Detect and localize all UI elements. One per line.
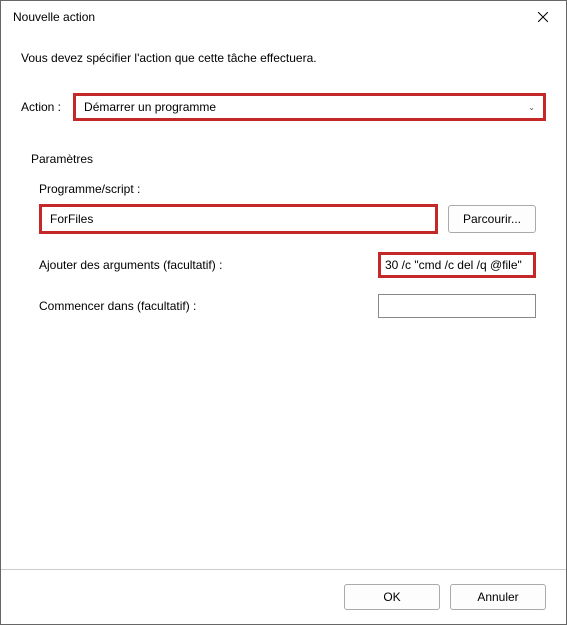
program-row: Parcourir... (39, 204, 536, 234)
close-button[interactable] (520, 1, 566, 33)
program-input[interactable] (39, 204, 438, 234)
chevron-down-icon: ⌄ (528, 103, 535, 112)
startin-label: Commencer dans (facultatif) : (39, 299, 196, 313)
close-icon (538, 12, 548, 22)
window-title: Nouvelle action (13, 10, 95, 24)
action-row: Action : Démarrer un programme ⌄ (21, 93, 546, 121)
parameters-fieldset: Paramètres Programme/script : Parcourir.… (21, 139, 546, 569)
ok-button[interactable]: OK (344, 584, 440, 610)
dialog-window: Nouvelle action Vous devez spécifier l'a… (0, 0, 567, 625)
arguments-input[interactable] (378, 252, 536, 278)
dialog-footer: OK Annuler (1, 569, 566, 624)
arguments-row: Ajouter des arguments (facultatif) : (39, 252, 536, 278)
action-label: Action : (21, 100, 61, 114)
startin-input[interactable] (378, 294, 536, 318)
arguments-label: Ajouter des arguments (facultatif) : (39, 258, 222, 272)
cancel-button[interactable]: Annuler (450, 584, 546, 610)
titlebar: Nouvelle action (1, 1, 566, 33)
action-dropdown-value: Démarrer un programme (84, 100, 216, 114)
dialog-content: Vous devez spécifier l'action que cette … (1, 33, 566, 569)
startin-row: Commencer dans (facultatif) : (39, 294, 536, 318)
program-label: Programme/script : (39, 182, 536, 196)
browse-button[interactable]: Parcourir... (448, 205, 536, 233)
action-dropdown[interactable]: Démarrer un programme ⌄ (73, 93, 546, 121)
program-section: Programme/script : Parcourir... Ajouter … (31, 182, 536, 318)
instruction-text: Vous devez spécifier l'action que cette … (21, 51, 546, 65)
parameters-legend: Paramètres (31, 152, 536, 166)
